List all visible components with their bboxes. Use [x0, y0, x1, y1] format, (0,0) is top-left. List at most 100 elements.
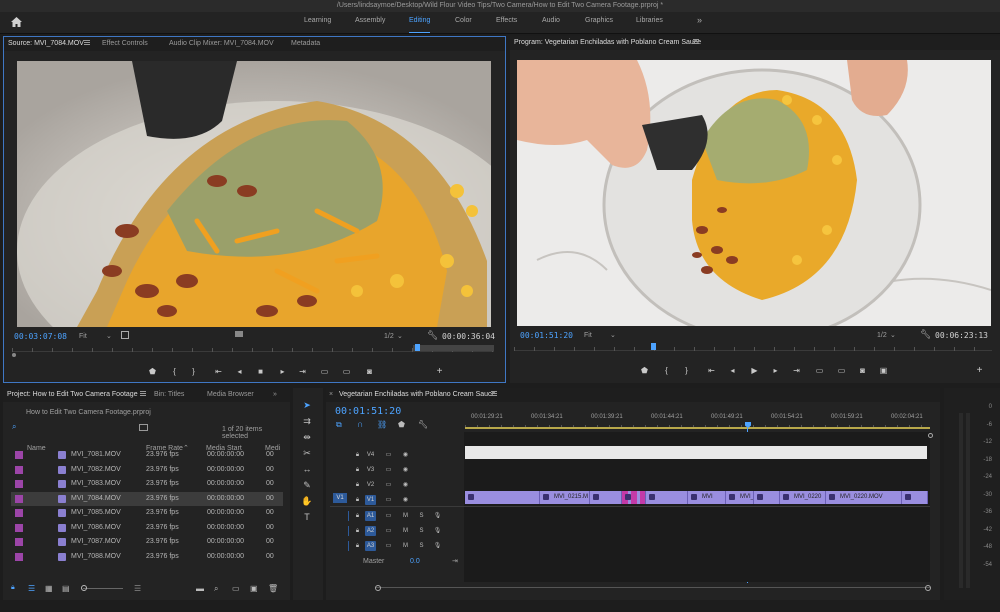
clear-icon[interactable]: 🗑︎: [268, 584, 278, 593]
workspace-tab-assembly[interactable]: Assembly: [355, 17, 385, 24]
video-track-header[interactable]: 🔒︎ V2 ▭ ◉: [330, 478, 462, 492]
lock-icon[interactable]: 🔒︎: [11, 584, 15, 592]
label-color-swatch[interactable]: [15, 480, 23, 488]
program-add-button-icon[interactable]: +: [975, 366, 984, 376]
timeline-clip[interactable]: MVI_0220: [780, 491, 826, 504]
type-tool-icon[interactable]: T: [300, 510, 314, 524]
new-bin-from-search-icon[interactable]: [139, 424, 148, 431]
find-icon[interactable]: ⌕: [214, 584, 218, 594]
label-color-swatch[interactable]: [15, 494, 23, 503]
workspace-tab-graphics[interactable]: Graphics: [585, 17, 613, 24]
tab-media-browser[interactable]: Media Browser: [207, 391, 254, 398]
timeline-marker-icon[interactable]: ⬟: [398, 420, 405, 429]
timeline-clip[interactable]: [465, 491, 540, 504]
solo-button[interactable]: S: [416, 511, 427, 521]
timeline-clip[interactable]: [590, 491, 622, 504]
audio-track-header[interactable]: 🔒︎ A2 ▭ M S 🎙︎: [330, 524, 462, 538]
timeline-clip[interactable]: MVI_0: [726, 491, 754, 504]
track-lock-icon[interactable]: 🔒︎: [352, 526, 363, 536]
linked-selection-icon[interactable]: ⛓︎: [377, 420, 387, 429]
track-label[interactable]: V2: [365, 480, 376, 490]
source-patch-v1[interactable]: V1: [333, 493, 347, 503]
step-forward-icon[interactable]: ▸: [278, 367, 287, 376]
snap-icon[interactable]: ∩: [357, 419, 363, 429]
sync-lock-icon[interactable]: ▭: [383, 450, 394, 460]
work-area-bar[interactable]: [465, 427, 930, 429]
export-frame-icon[interactable]: ◙: [365, 367, 374, 376]
tab-project[interactable]: Project: How to Edit Two Camera Footage: [7, 391, 138, 398]
track-label[interactable]: V3: [365, 465, 376, 475]
track-lock-icon[interactable]: 🔒︎: [352, 450, 363, 460]
new-bin-icon[interactable]: ▭: [232, 584, 240, 593]
source-resolution-chevron-icon[interactable]: ⌄: [397, 332, 403, 340]
program-export-frame-icon[interactable]: ◙: [858, 366, 867, 375]
timeline-menu-icon[interactable]: [491, 391, 497, 396]
track-lock-icon[interactable]: 🔒︎: [352, 541, 363, 551]
track-label[interactable]: V4: [365, 450, 376, 460]
mute-button[interactable]: M: [400, 541, 411, 551]
video-track-header[interactable]: 🔒︎ V3 ▭ ◉: [330, 463, 462, 477]
source-timecode[interactable]: 00:03:07:08: [14, 332, 67, 341]
workspace-tab-editing[interactable]: Editing: [409, 17, 431, 33]
program-step-forward-icon[interactable]: ▸: [771, 366, 780, 375]
new-item-icon[interactable]: ▣: [250, 584, 258, 593]
source-add-button-icon[interactable]: +: [435, 367, 444, 377]
list-view-icon[interactable]: ☰: [28, 584, 35, 593]
project-row[interactable]: MVI_7082.MOV 23.976 fps 00:00:00:00 00: [11, 463, 283, 477]
label-color-swatch[interactable]: [15, 552, 23, 561]
tab-effect-controls[interactable]: Effect Controls: [102, 40, 148, 47]
master-value[interactable]: 0.0: [410, 558, 420, 565]
mark-out-icon[interactable]: }: [189, 367, 198, 376]
close-sequence-icon[interactable]: ×: [329, 391, 333, 398]
tab-bin-titles[interactable]: Bin: Titles: [154, 391, 184, 398]
track-label[interactable]: A2: [365, 526, 376, 536]
track-label[interactable]: A1: [365, 511, 376, 521]
workspace-tab-color[interactable]: Color: [455, 17, 472, 24]
project-row[interactable]: MVI_7085.MOV 23.976 fps 00:00:00:00 00: [11, 506, 283, 520]
program-mark-in-icon[interactable]: {: [662, 366, 671, 375]
comparison-view-icon[interactable]: ▣: [879, 366, 888, 375]
source-menu-icon[interactable]: [84, 40, 90, 45]
source-fit-chevron-icon[interactable]: ⌄: [106, 332, 112, 340]
source-scrubber[interactable]: [12, 342, 494, 352]
program-menu-icon[interactable]: [693, 39, 699, 44]
project-row[interactable]: MVI_7084.MOV 23.976 fps 00:00:00:00 00: [11, 491, 283, 506]
timeline-scrollbar[interactable]: [375, 585, 931, 591]
home-icon[interactable]: [10, 16, 23, 28]
mute-button[interactable]: M: [400, 511, 411, 521]
sync-lock-icon[interactable]: ▭: [383, 541, 394, 551]
video-track-header[interactable]: 🔒︎ V4 ▭ ◉: [330, 448, 462, 462]
program-fit-select[interactable]: Fit: [584, 332, 592, 339]
toggle-output-eye-icon[interactable]: ◉: [400, 495, 411, 505]
audio-track-header[interactable]: 🔒︎ A1 ▭ M S 🎙︎: [330, 509, 462, 523]
track-label[interactable]: A3: [365, 541, 376, 551]
source-fit-select[interactable]: Fit: [79, 333, 87, 340]
track-lock-icon[interactable]: 🔒︎: [352, 495, 363, 505]
sync-lock-icon[interactable]: ▭: [383, 465, 394, 475]
label-color-swatch[interactable]: [15, 451, 23, 459]
go-to-out-icon[interactable]: ⇥: [298, 367, 307, 376]
audio-track-header[interactable]: 🔒︎ A3 ▭ M S 🎙︎: [330, 539, 462, 553]
project-row[interactable]: MVI_7081.MOV 23.976 fps 00:00:00:00 00: [11, 448, 283, 462]
program-go-to-out-icon[interactable]: ⇥: [792, 366, 801, 375]
timeline-clip[interactable]: [754, 491, 780, 504]
freeform-view-icon[interactable]: ▤: [62, 584, 70, 593]
tab-program[interactable]: Program: Vegetarian Enchiladas with Pobl…: [514, 39, 701, 46]
track-select-tool-icon[interactable]: ⇉: [300, 414, 314, 428]
label-color-swatch[interactable]: [15, 465, 23, 474]
label-color-swatch[interactable]: [15, 509, 23, 517]
label-color-swatch[interactable]: [15, 523, 23, 532]
source-scroll-dot[interactable]: [12, 353, 16, 357]
source-wrench-icon[interactable]: 🔧︎: [427, 330, 438, 341]
pen-tool-icon[interactable]: ✎: [300, 478, 314, 492]
program-resolution-chevron-icon[interactable]: ⌄: [890, 331, 896, 339]
selection-tool-icon[interactable]: ➤: [300, 398, 314, 412]
overwrite-icon[interactable]: ▭: [342, 367, 351, 376]
project-search-input[interactable]: ⌕: [11, 422, 131, 434]
program-scrubber[interactable]: [514, 341, 992, 351]
timeline-timecode[interactable]: 00:01:51:20: [335, 406, 401, 417]
nest-toggle-icon[interactable]: ⧉: [336, 420, 342, 430]
hand-tool-icon[interactable]: ✋: [300, 494, 314, 508]
stop-icon[interactable]: ■: [256, 367, 265, 376]
voice-over-mic-icon[interactable]: 🎙︎: [432, 511, 443, 521]
